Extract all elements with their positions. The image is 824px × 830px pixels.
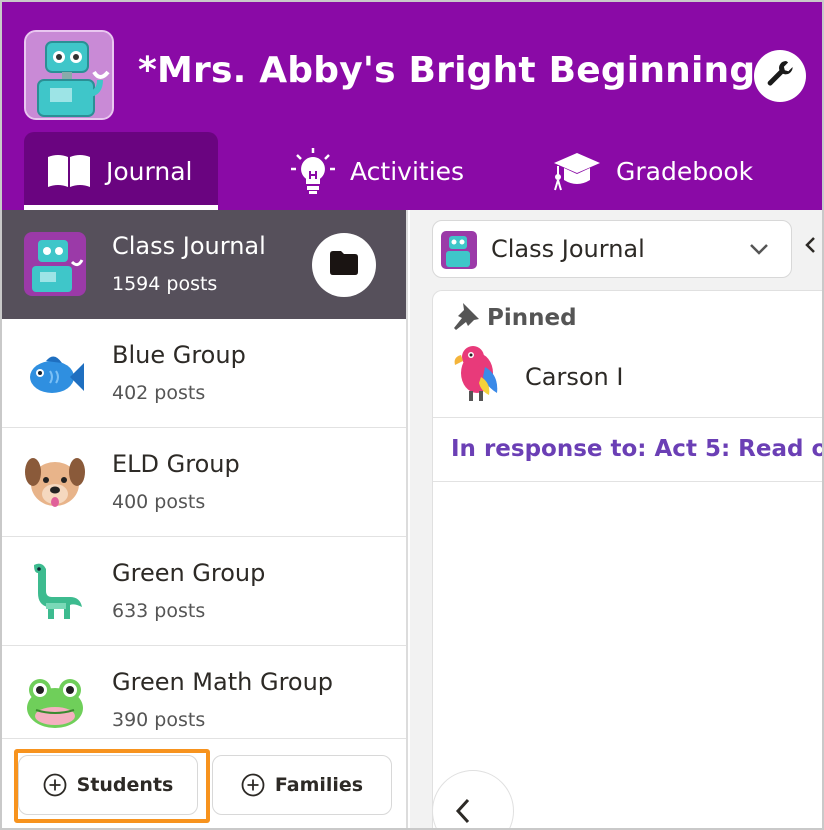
parrot-avatar-icon — [451, 343, 507, 403]
journal-item-count: 400 posts — [112, 491, 206, 513]
journal-selector-label: Class Journal — [491, 235, 645, 263]
journal-item-class-journal[interactable]: Class Journal 1594 posts — [2, 210, 406, 319]
divider — [433, 481, 822, 482]
wrench-icon — [764, 58, 796, 94]
journal-item-count: 402 posts — [112, 382, 206, 404]
chevron-left-icon — [455, 798, 470, 824]
app-window: *Mrs. Abby's Bright Beginnings Journal A… — [0, 0, 824, 830]
journal-item-name: Green Group — [112, 559, 266, 587]
journal-item-name: Green Math Group — [112, 668, 334, 696]
journal-main-panel: Class Journal Pinned Carson I In respons… — [410, 210, 822, 828]
journal-sidebar: Class Journal 1594 posts Blue Group 402 … — [2, 210, 408, 828]
add-students-label: Students — [76, 774, 174, 796]
divider — [433, 417, 822, 418]
header: *Mrs. Abby's Bright Beginnings Journal A… — [2, 2, 822, 210]
add-students-button[interactable]: Students — [18, 755, 198, 815]
journal-item-eld-group[interactable]: ELD Group 400 posts — [2, 428, 406, 537]
pinned-label: Pinned — [487, 305, 577, 331]
tab-gradebook[interactable]: Gradebook — [552, 132, 753, 210]
plus-circle-icon — [241, 773, 265, 797]
tab-journal-label: Journal — [106, 156, 193, 186]
lightbulb-icon — [290, 147, 336, 195]
folder-icon — [329, 250, 359, 280]
main-tabs: Journal Activities Gradebook — [2, 132, 822, 210]
chevron-left-icon[interactable] — [804, 236, 816, 258]
journal-item-name: ELD Group — [112, 450, 240, 478]
tab-activities[interactable]: Activities — [290, 132, 464, 210]
post-author[interactable]: Carson I — [451, 343, 822, 413]
journal-item-count: 1594 posts — [112, 273, 218, 295]
dog-avatar-icon — [24, 450, 86, 514]
tab-gradebook-label: Gradebook — [616, 156, 754, 186]
graduation-cap-icon — [552, 149, 602, 193]
class-title: *Mrs. Abby's Bright Beginnings — [138, 50, 777, 91]
journal-item-name: Class Journal — [112, 232, 266, 260]
tab-activities-label: Activities — [350, 156, 465, 186]
journal-item-name: Blue Group — [112, 341, 246, 369]
journal-item-count: 633 posts — [112, 600, 206, 622]
journal-selector[interactable]: Class Journal — [432, 220, 792, 278]
sidebar-footer: Students Families — [2, 738, 406, 828]
folder-button[interactable] — [312, 233, 376, 297]
pinned-header: Pinned — [451, 301, 577, 335]
journal-item-blue-group[interactable]: Blue Group 402 posts — [2, 319, 406, 428]
journal-item-count: 390 posts — [112, 709, 206, 731]
class-avatar[interactable] — [24, 30, 114, 120]
settings-button[interactable] — [754, 50, 806, 102]
add-families-button[interactable]: Families — [212, 755, 392, 815]
pin-icon — [451, 301, 481, 335]
book-icon — [46, 153, 92, 189]
response-activity-link[interactable]: In response to: Act 5: Read or — [451, 436, 822, 462]
tab-journal[interactable]: Journal — [24, 132, 218, 210]
robot-avatar-icon — [441, 231, 477, 269]
dinosaur-avatar-icon — [24, 559, 86, 623]
add-families-label: Families — [274, 774, 364, 796]
plus-circle-icon — [43, 773, 67, 797]
post-author-name: Carson I — [525, 363, 624, 391]
chevron-down-icon — [749, 241, 769, 260]
frog-avatar-icon — [24, 668, 86, 732]
journal-feed: Pinned Carson I In response to: Act 5: R… — [432, 290, 822, 828]
robot-avatar-icon — [24, 232, 86, 296]
journal-item-green-group[interactable]: Green Group 633 posts — [2, 537, 406, 646]
fish-avatar-icon — [24, 341, 86, 405]
